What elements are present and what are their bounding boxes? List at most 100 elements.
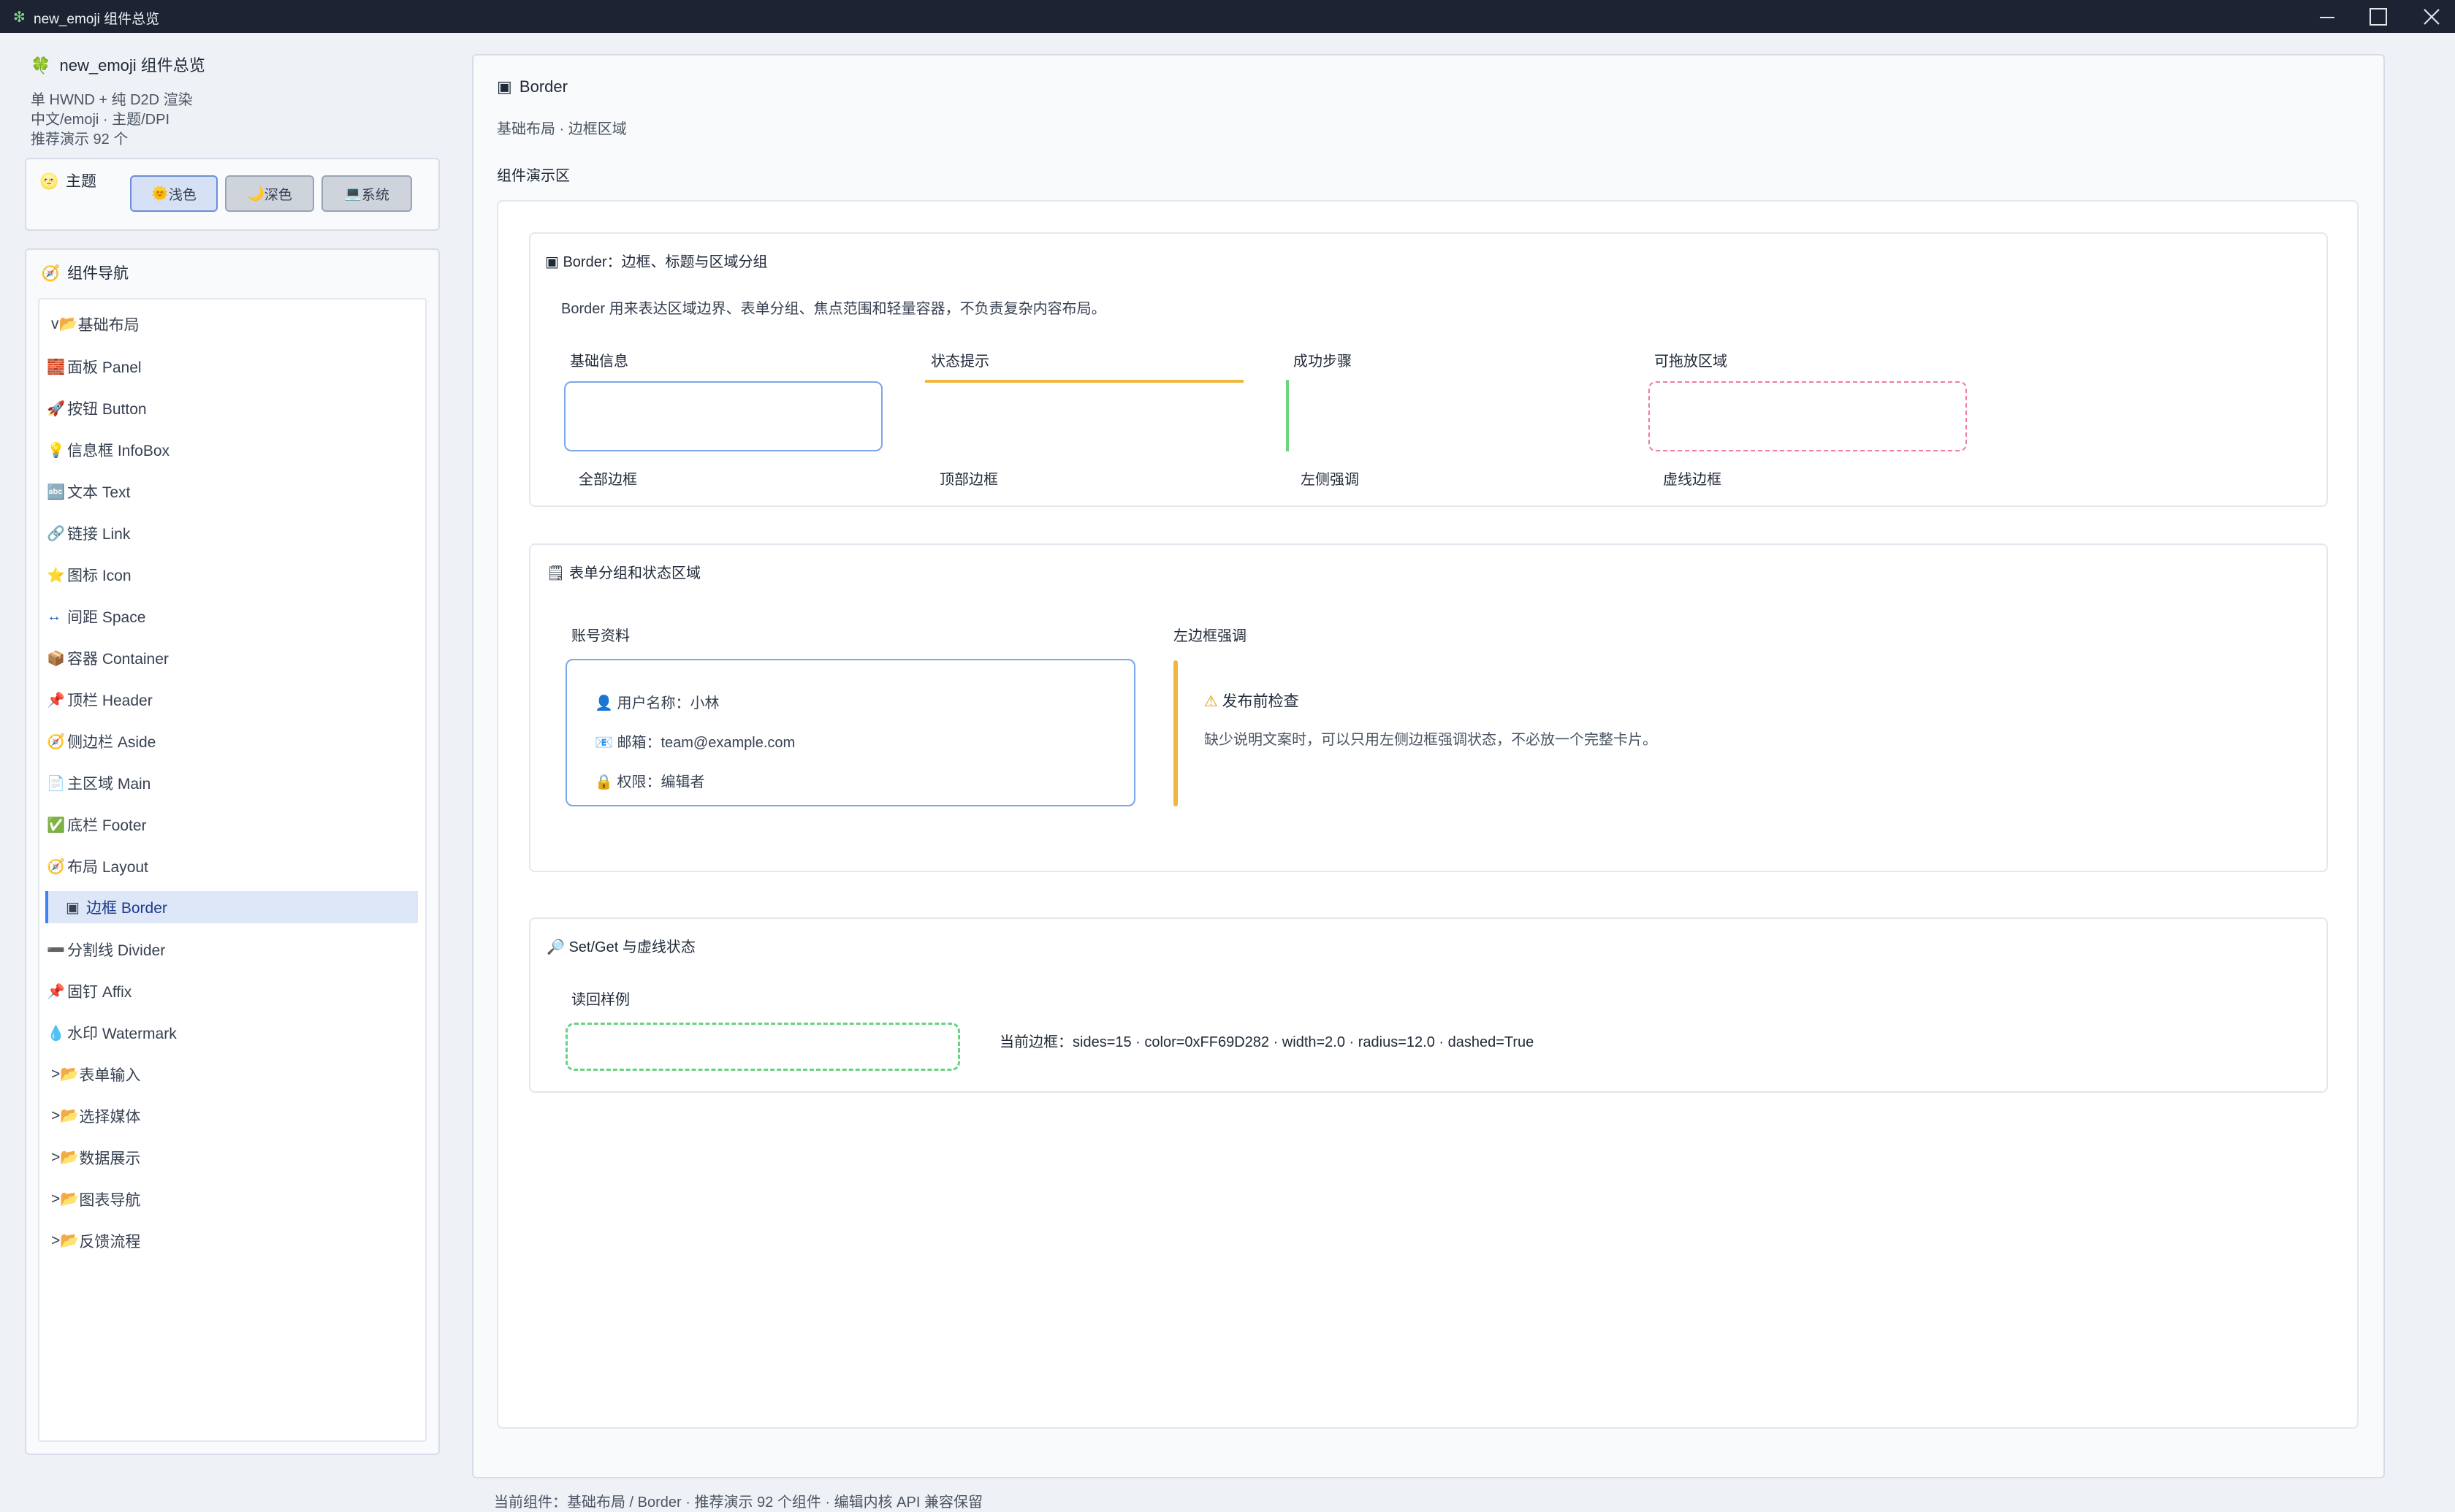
pin-icon: 📌 bbox=[47, 983, 65, 1000]
compass-icon: 🧭 bbox=[41, 265, 61, 282]
status-bar: 当前组件：基础布局 / Border · 推荐演示 92 个组件 · 编辑内核 … bbox=[494, 1494, 983, 1511]
form-group-section-title-label: 表单分组和状态区域 bbox=[568, 565, 701, 581]
moon-face-icon: 🌝 bbox=[39, 173, 59, 190]
nav-item-affix[interactable]: 📌 固钉 Affix bbox=[47, 975, 416, 1007]
info-line: 单 HWND + 纯 D2D 渲染 bbox=[31, 92, 193, 108]
nav-item-button[interactable]: 🚀 按钮 Button bbox=[47, 392, 416, 424]
nav-item-text[interactable]: 🔤 文本 Text bbox=[47, 476, 416, 508]
setget-section-title: 🔎 Set/Get 与虚线状态 bbox=[547, 935, 696, 956]
info-line: 中文/emoji · 主题/DPI bbox=[31, 112, 170, 128]
nav-item-footer[interactable]: ✅ 底栏 Footer bbox=[47, 809, 416, 841]
app-title: new_emoji 组件总览 bbox=[59, 56, 205, 75]
laptop-icon: 💻 bbox=[344, 186, 362, 202]
sample-caption: 全部边框 bbox=[579, 472, 637, 488]
nav-item-label: 布局 Layout bbox=[67, 859, 148, 876]
border-icon: ▣ bbox=[497, 77, 512, 96]
accent-title: 左边框强调 bbox=[1173, 628, 1246, 644]
folder-icon: 📂 bbox=[58, 316, 78, 332]
account-row-text: 邮箱：team@example.com bbox=[617, 735, 796, 751]
nav-group-chart-nav[interactable]: > 📂 图表导航 bbox=[51, 1183, 140, 1215]
account-row-email: 📧 邮箱：team@example.com bbox=[595, 730, 795, 752]
notepad-icon: 🗒 bbox=[547, 565, 566, 581]
nav-item-border[interactable]: ▣ 边框 Border bbox=[45, 891, 418, 923]
nav-group-basic-layout[interactable]: v 📂 基础布局 bbox=[51, 308, 140, 340]
mail-icon: 📧 bbox=[595, 735, 613, 751]
nav-title-label: 组件导航 bbox=[67, 265, 129, 282]
theme-dark-button[interactable]: 🌙 深色 bbox=[225, 175, 314, 212]
nav-item-container[interactable]: 📦 容器 Container bbox=[47, 642, 416, 674]
account-row-text: 用户名称：小林 bbox=[617, 695, 720, 711]
nav-item-panel[interactable]: 🧱 面板 Panel bbox=[47, 351, 416, 383]
nav-item-watermark[interactable]: 💧 水印 Watermark bbox=[47, 1017, 416, 1049]
border-section-desc: Border 用来表达区域边界、表单分组、焦点范围和轻量容器，不负责复杂内容布局… bbox=[561, 301, 1106, 317]
nav-item-divider[interactable]: ➖ 分割线 Divider bbox=[47, 933, 416, 966]
nav-item-label: 边框 Border bbox=[86, 900, 167, 917]
theme-system-button[interactable]: 💻 系统 bbox=[321, 175, 412, 212]
nav-group-data-display[interactable]: > 📂 数据展示 bbox=[51, 1142, 140, 1174]
clover-icon: 🍀 bbox=[31, 56, 51, 75]
nav-group-select-media[interactable]: > 📂 选择媒体 bbox=[51, 1100, 140, 1132]
border-section bbox=[529, 232, 2328, 507]
lock-icon: 🔒 bbox=[595, 774, 613, 790]
nav-item-header[interactable]: 📌 顶栏 Header bbox=[47, 684, 416, 716]
nav-item-link[interactable]: 🔗 链接 Link bbox=[47, 517, 416, 549]
close-button[interactable] bbox=[2400, 0, 2455, 33]
nav-item-infobox[interactable]: 💡 信息框 InfoBox bbox=[47, 434, 416, 466]
folder-icon: 📂 bbox=[60, 1191, 80, 1207]
nav-title: 🧭 组件导航 bbox=[41, 261, 129, 283]
folder-icon: 📂 bbox=[60, 1232, 80, 1249]
nav-item-space[interactable]: ↔ 间距 Space bbox=[47, 600, 416, 633]
box-icon: 📦 bbox=[47, 650, 65, 667]
nav-group-label: 数据展示 bbox=[79, 1150, 141, 1167]
nav-item-layout[interactable]: 🧭 布局 Layout bbox=[47, 850, 416, 882]
nav-group-label: 图表导航 bbox=[79, 1192, 141, 1209]
nav-item-label: 固钉 Affix bbox=[67, 984, 132, 1001]
moon-icon: 🌙 bbox=[247, 186, 264, 202]
border-section-title: ▣ Border：边框、标题与区域分组 bbox=[545, 250, 768, 271]
compass-icon: 🧭 bbox=[47, 858, 65, 875]
nav-item-label: 图标 Icon bbox=[67, 568, 132, 584]
nav-group-feedback-flow[interactable]: > 📂 反馈流程 bbox=[51, 1225, 140, 1257]
nav-group-form-input[interactable]: > 📂 表单输入 bbox=[51, 1058, 140, 1091]
nav-item-label: 信息框 InfoBox bbox=[67, 443, 170, 459]
account-row-permission: 🔒 权限：编辑者 bbox=[595, 770, 704, 791]
magnifier-icon: 🔎 bbox=[547, 939, 565, 955]
full-border-sample bbox=[564, 381, 883, 451]
readback-dashed-sample bbox=[566, 1023, 960, 1071]
nav-item-aside[interactable]: 🧭 侧边栏 Aside bbox=[47, 725, 416, 757]
nav-group-label: 基础布局 bbox=[77, 317, 140, 334]
sun-icon: 🌞 bbox=[151, 186, 169, 202]
close-icon bbox=[2424, 9, 2440, 25]
nav-item-label: 底栏 Footer bbox=[67, 817, 147, 834]
window-title: new_emoji 组件总览 bbox=[34, 12, 160, 27]
sample-title: 状态提示 bbox=[931, 354, 989, 370]
border-icon: ▣ bbox=[66, 899, 80, 916]
theme-system-label: 系统 bbox=[361, 187, 389, 203]
nav-item-label: 面板 Panel bbox=[67, 359, 142, 376]
theme-light-button[interactable]: 🌞 浅色 bbox=[130, 175, 218, 212]
top-border-sample bbox=[925, 380, 1244, 383]
theme-title-label: 主题 bbox=[66, 173, 96, 190]
nav-item-label: 按钮 Button bbox=[67, 401, 147, 418]
border-icon: ▣ bbox=[545, 254, 559, 270]
nav-item-label: 容器 Container bbox=[67, 651, 169, 668]
check-icon: ✅ bbox=[47, 817, 65, 833]
link-icon: 🔗 bbox=[47, 525, 65, 542]
page-icon: 📄 bbox=[47, 775, 65, 792]
info-line: 推荐演示 92 个 bbox=[31, 131, 129, 148]
warning-body: 缺少说明文案时，可以只用左侧边框强调状态，不必放一个完整卡片。 bbox=[1204, 732, 1657, 748]
minus-icon: ➖ bbox=[47, 942, 65, 958]
nav-item-main[interactable]: 📄 主区域 Main bbox=[47, 767, 416, 799]
nav-item-label: 侧边栏 Aside bbox=[67, 734, 156, 751]
warning-title-label: 发布前检查 bbox=[1222, 693, 1299, 710]
window-titlebar[interactable]: ❇ new_emoji 组件总览 bbox=[0, 0, 2455, 33]
dashed-border-sample bbox=[1648, 381, 1967, 451]
brick-icon: 🧱 bbox=[47, 359, 65, 375]
app-logo-icon: ❇ bbox=[13, 9, 26, 26]
collapse-marker: > bbox=[51, 1066, 61, 1083]
collapse-marker: > bbox=[51, 1191, 61, 1207]
nav-item-icon[interactable]: ⭐ 图标 Icon bbox=[47, 559, 416, 591]
maximize-icon bbox=[2370, 8, 2387, 26]
theme-dark-label: 深色 bbox=[264, 187, 292, 203]
nav-item-label: 顶栏 Header bbox=[67, 692, 153, 709]
